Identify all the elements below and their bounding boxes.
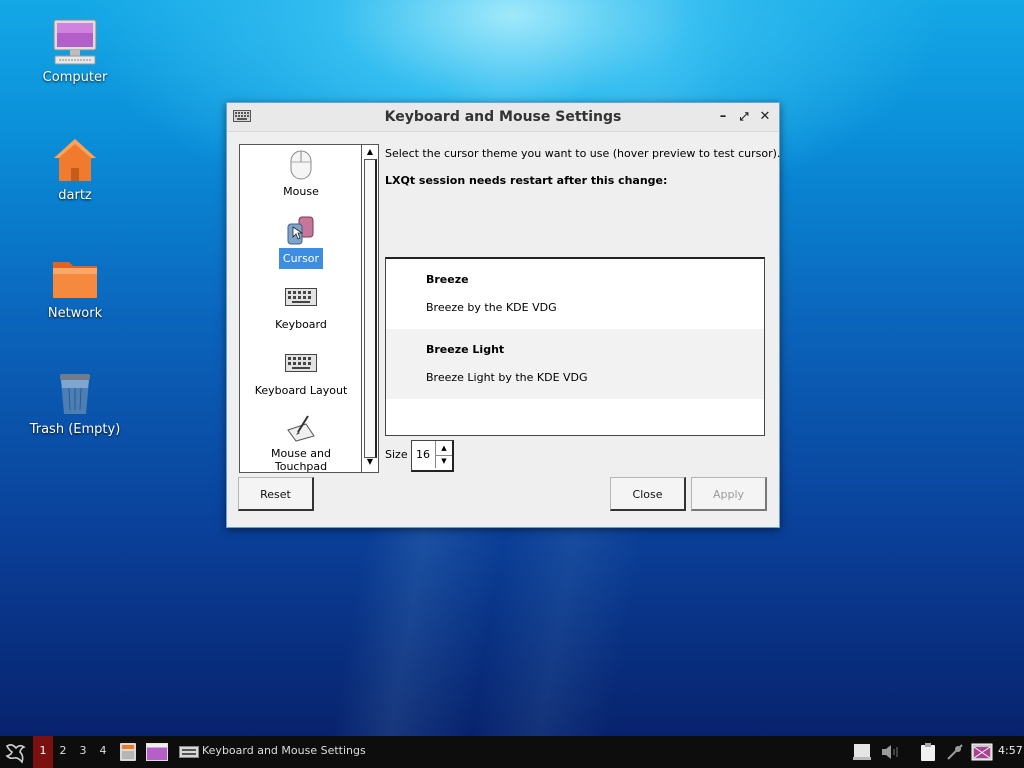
close-window-button[interactable]: ✕	[756, 108, 774, 126]
cursor-icon	[285, 215, 317, 245]
show-desktop-launcher-icon[interactable]	[146, 743, 168, 761]
sidebar-scrollbar[interactable]: ▲ ▼	[361, 144, 379, 473]
sidebar-item-label: Mouse and Touchpad	[271, 447, 331, 473]
instruction-text: Select the cursor theme you want to use …	[385, 147, 781, 160]
sidebar-item-label: Mouse	[283, 185, 319, 198]
settings-sidebar: Mouse Cursor Keyboard Keyboard Layout Mo…	[239, 144, 377, 473]
keyboard-icon	[285, 288, 317, 306]
sidebar-item-keyboard[interactable]: Keyboard	[240, 288, 362, 333]
theme-name: Breeze	[426, 273, 469, 286]
task-label: Keyboard and Mouse Settings	[202, 744, 366, 757]
clipboard-icon[interactable]	[918, 742, 938, 762]
desktop-switch-3[interactable]: 3	[73, 736, 93, 768]
desktop-switch-2[interactable]: 2	[53, 736, 73, 768]
apply-button[interactable]: Apply	[691, 477, 767, 511]
scroll-down-arrow-icon[interactable]: ▼	[362, 457, 378, 466]
home-folder-icon	[51, 136, 99, 184]
computer-icon	[51, 18, 99, 66]
desktop-icon-home[interactable]: dartz	[25, 136, 125, 203]
desktop-switch-4[interactable]: 4	[93, 736, 113, 768]
taskbar: 1 2 3 4 Keyboard and Mouse Settings 4:57	[0, 736, 1024, 768]
desktop-switch-1[interactable]: 1	[33, 736, 53, 768]
cursor-theme-list: Breeze Breeze by the KDE VDG Breeze Ligh…	[385, 257, 765, 436]
file-manager-launcher-icon[interactable]	[119, 742, 137, 762]
size-input[interactable]: 16	[416, 448, 430, 461]
network-status-icon[interactable]	[946, 743, 964, 761]
theme-description: Breeze Light by the KDE VDG	[426, 371, 588, 384]
settings-window: Keyboard and Mouse Settings – ⤢ ✕ Mouse …	[226, 102, 780, 528]
desktop-icon-label: Computer	[42, 70, 108, 85]
desktop-icon-computer[interactable]: Computer	[25, 18, 125, 85]
network-folder-icon	[51, 254, 99, 302]
desktop-icon-label: Trash (Empty)	[29, 422, 121, 437]
main-menu-button[interactable]	[3, 740, 27, 764]
spin-up-icon[interactable]: ▲	[435, 441, 452, 456]
window-titlebar[interactable]: Keyboard and Mouse Settings – ⤢ ✕	[227, 103, 779, 132]
close-button[interactable]: Close	[610, 477, 686, 511]
window-title: Keyboard and Mouse Settings	[384, 109, 622, 125]
size-spinbox[interactable]: 16 ▲ ▼	[411, 440, 454, 472]
scrollbar-thumb[interactable]	[364, 159, 377, 458]
task-button-keyboard-mouse-settings[interactable]: Keyboard and Mouse Settings	[176, 736, 366, 768]
desktop-icon-trash[interactable]: Trash (Empty)	[25, 370, 125, 437]
sidebar-item-cursor[interactable]: Cursor	[240, 215, 362, 269]
clock[interactable]: 4:57	[998, 744, 1023, 757]
sidebar-item-mouse[interactable]: Mouse	[240, 150, 362, 200]
reset-button[interactable]: Reset	[238, 477, 314, 511]
list-item[interactable]: Breeze Light Breeze Light by the KDE VDG	[386, 329, 764, 399]
maximize-button[interactable]: ⤢	[735, 108, 753, 126]
spin-down-icon[interactable]: ▼	[435, 455, 452, 468]
list-item[interactable]: Breeze Breeze by the KDE VDG	[386, 259, 764, 329]
size-label: Size	[385, 448, 408, 461]
restart-note: LXQt session needs restart after this ch…	[385, 174, 668, 187]
sidebar-item-label: Keyboard	[275, 318, 327, 331]
screenshot-tool-icon[interactable]	[971, 742, 993, 762]
mouse-icon	[290, 150, 312, 180]
minimize-button[interactable]: –	[714, 108, 732, 126]
volume-icon[interactable]	[880, 743, 900, 761]
theme-name: Breeze Light	[426, 343, 505, 356]
keyboard-layout-icon	[285, 354, 317, 372]
desktop-icon-label: Network	[47, 306, 103, 321]
sidebar-item-label: Cursor	[278, 248, 324, 269]
desktop-icon-network[interactable]: Network	[25, 254, 125, 321]
scroll-up-arrow-icon[interactable]: ▲	[362, 147, 378, 156]
removable-media-icon[interactable]	[852, 743, 872, 761]
trash-icon	[51, 370, 99, 418]
lxqt-logo-icon	[5, 744, 26, 764]
sidebar-item-label: Keyboard Layout	[254, 384, 348, 397]
keyboard-icon	[179, 746, 199, 761]
sidebar-item-mouse-and-touchpad[interactable]: Mouse and Touchpad	[240, 414, 362, 475]
desktop-icon-label: dartz	[58, 188, 92, 203]
sidebar-item-keyboard-layout[interactable]: Keyboard Layout	[240, 354, 362, 399]
theme-description: Breeze by the KDE VDG	[426, 301, 557, 314]
touchpad-icon	[286, 414, 316, 442]
